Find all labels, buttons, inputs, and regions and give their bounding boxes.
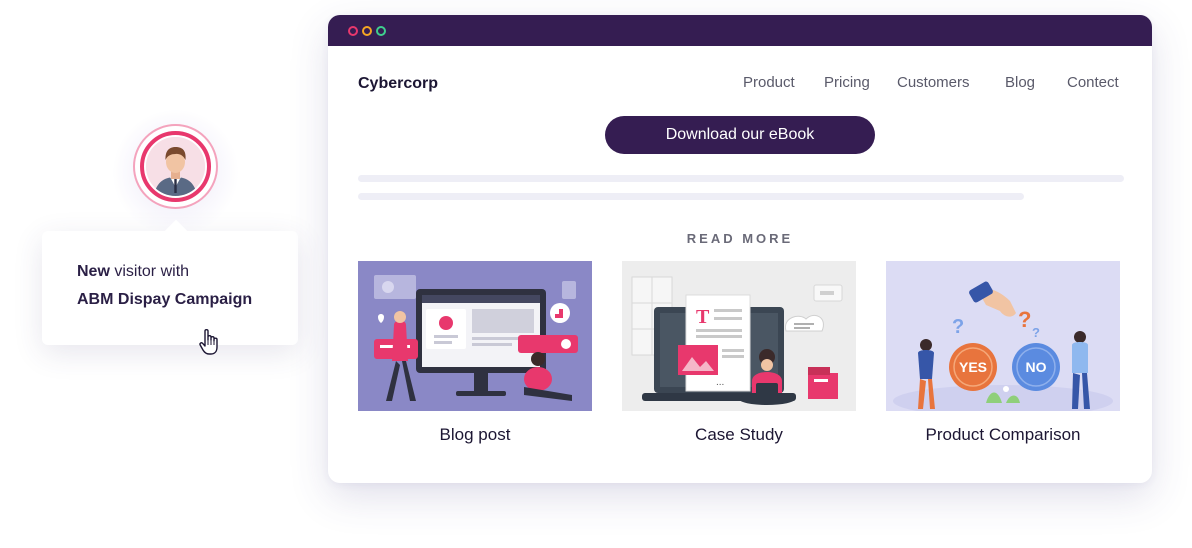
maximize-window-dot[interactable] [376, 26, 386, 36]
close-window-dot[interactable] [348, 26, 358, 36]
campaign-name: ABM Dispay Campaign [77, 291, 253, 308]
nav-customers[interactable]: Customers [897, 74, 970, 91]
visitor-info-card: New visitor with ABM Dispay Campaign [42, 219, 298, 345]
blog-post-label[interactable]: Blog post [358, 425, 592, 445]
blog-post-illustration[interactable] [358, 261, 592, 411]
yes-badge-text: YES [959, 359, 987, 375]
placeholder-text-bar [358, 193, 1024, 200]
new-label: New [77, 263, 110, 280]
nav-contact[interactable]: Contect [1067, 74, 1119, 91]
download-ebook-button[interactable]: Download our eBook [605, 116, 875, 154]
nav-product[interactable]: Product [743, 74, 795, 91]
nav-pricing[interactable]: Pricing [824, 74, 870, 91]
product-comparison-label[interactable]: Product Comparison [886, 425, 1120, 445]
svg-text:?: ? [1018, 307, 1031, 332]
no-badge-text: NO [1026, 359, 1047, 375]
minimize-window-dot[interactable] [362, 26, 372, 36]
site-logo[interactable]: Cybercorp [358, 75, 438, 93]
visitor-status-text: New visitor with [77, 263, 189, 281]
svg-text:?: ? [1032, 325, 1040, 340]
visitor-avatar [113, 110, 238, 235]
person-icon [146, 137, 205, 196]
browser-window: Cybercorp Product Pricing Customers Blog… [328, 15, 1152, 483]
case-study-label[interactable]: Case Study [622, 425, 856, 445]
read-more-heading: READ MORE [686, 231, 794, 246]
visitor-with-label: visitor with [109, 263, 190, 280]
svg-text:T: T [696, 306, 710, 328]
placeholder-text-bar [358, 175, 1124, 182]
browser-titlebar [328, 15, 1152, 46]
svg-text:?: ? [952, 316, 964, 338]
svg-text:...: ... [716, 377, 724, 388]
nav-blog[interactable]: Blog [1005, 74, 1035, 91]
case-study-illustration[interactable]: T ... [622, 261, 856, 411]
hand-cursor-icon [198, 328, 222, 356]
product-comparison-illustration[interactable]: ? ? ? YES NO [886, 261, 1120, 411]
